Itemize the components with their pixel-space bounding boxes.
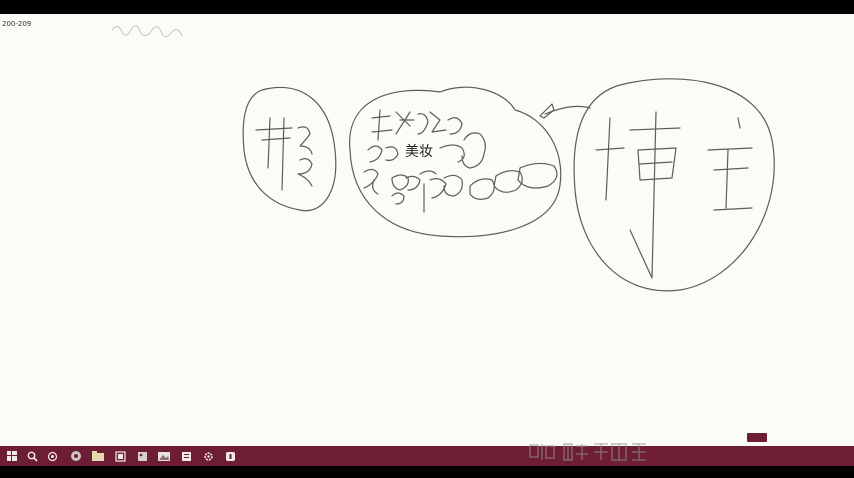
middle-circle [349,86,562,238]
arrow-head [539,103,555,119]
file-explorer-icon[interactable] [90,448,106,464]
bottom-frame-strip [0,466,854,478]
left-char-2 [297,126,313,187]
image-icon[interactable] [156,448,172,464]
middle-row-1 [371,109,463,141]
watermark-logo [529,443,646,461]
middle-row-3 [391,170,463,213]
right-char-zhu [707,117,753,211]
tray-badge[interactable] [747,433,767,442]
middle-ovals [469,162,558,200]
left-char-1 [255,117,293,191]
desktop-screen: 200-209 美妆 [0,0,854,478]
middle-box-1 [439,132,486,169]
middle-row-2 [363,145,399,195]
right-char-bo-right [629,111,681,279]
media-icon[interactable] [112,448,128,464]
right-char-bo-left [595,117,625,201]
task-view-icon[interactable] [44,448,60,464]
left-circle [242,86,337,212]
arrow-line [544,105,591,115]
settings-icon[interactable] [200,448,216,464]
photos-icon[interactable] [134,448,150,464]
right-circle [573,78,775,292]
windows-start-icon[interactable] [4,448,20,464]
search-icon[interactable] [24,448,40,464]
app-icon[interactable] [222,448,238,464]
faint-scribble [111,25,183,38]
document-icon[interactable] [178,448,194,464]
meizhuang-center-label: 美妆 [399,142,439,162]
taskbar [0,446,854,466]
handwriting-ink-layer [111,25,775,292]
browser-icon[interactable] [68,448,84,464]
